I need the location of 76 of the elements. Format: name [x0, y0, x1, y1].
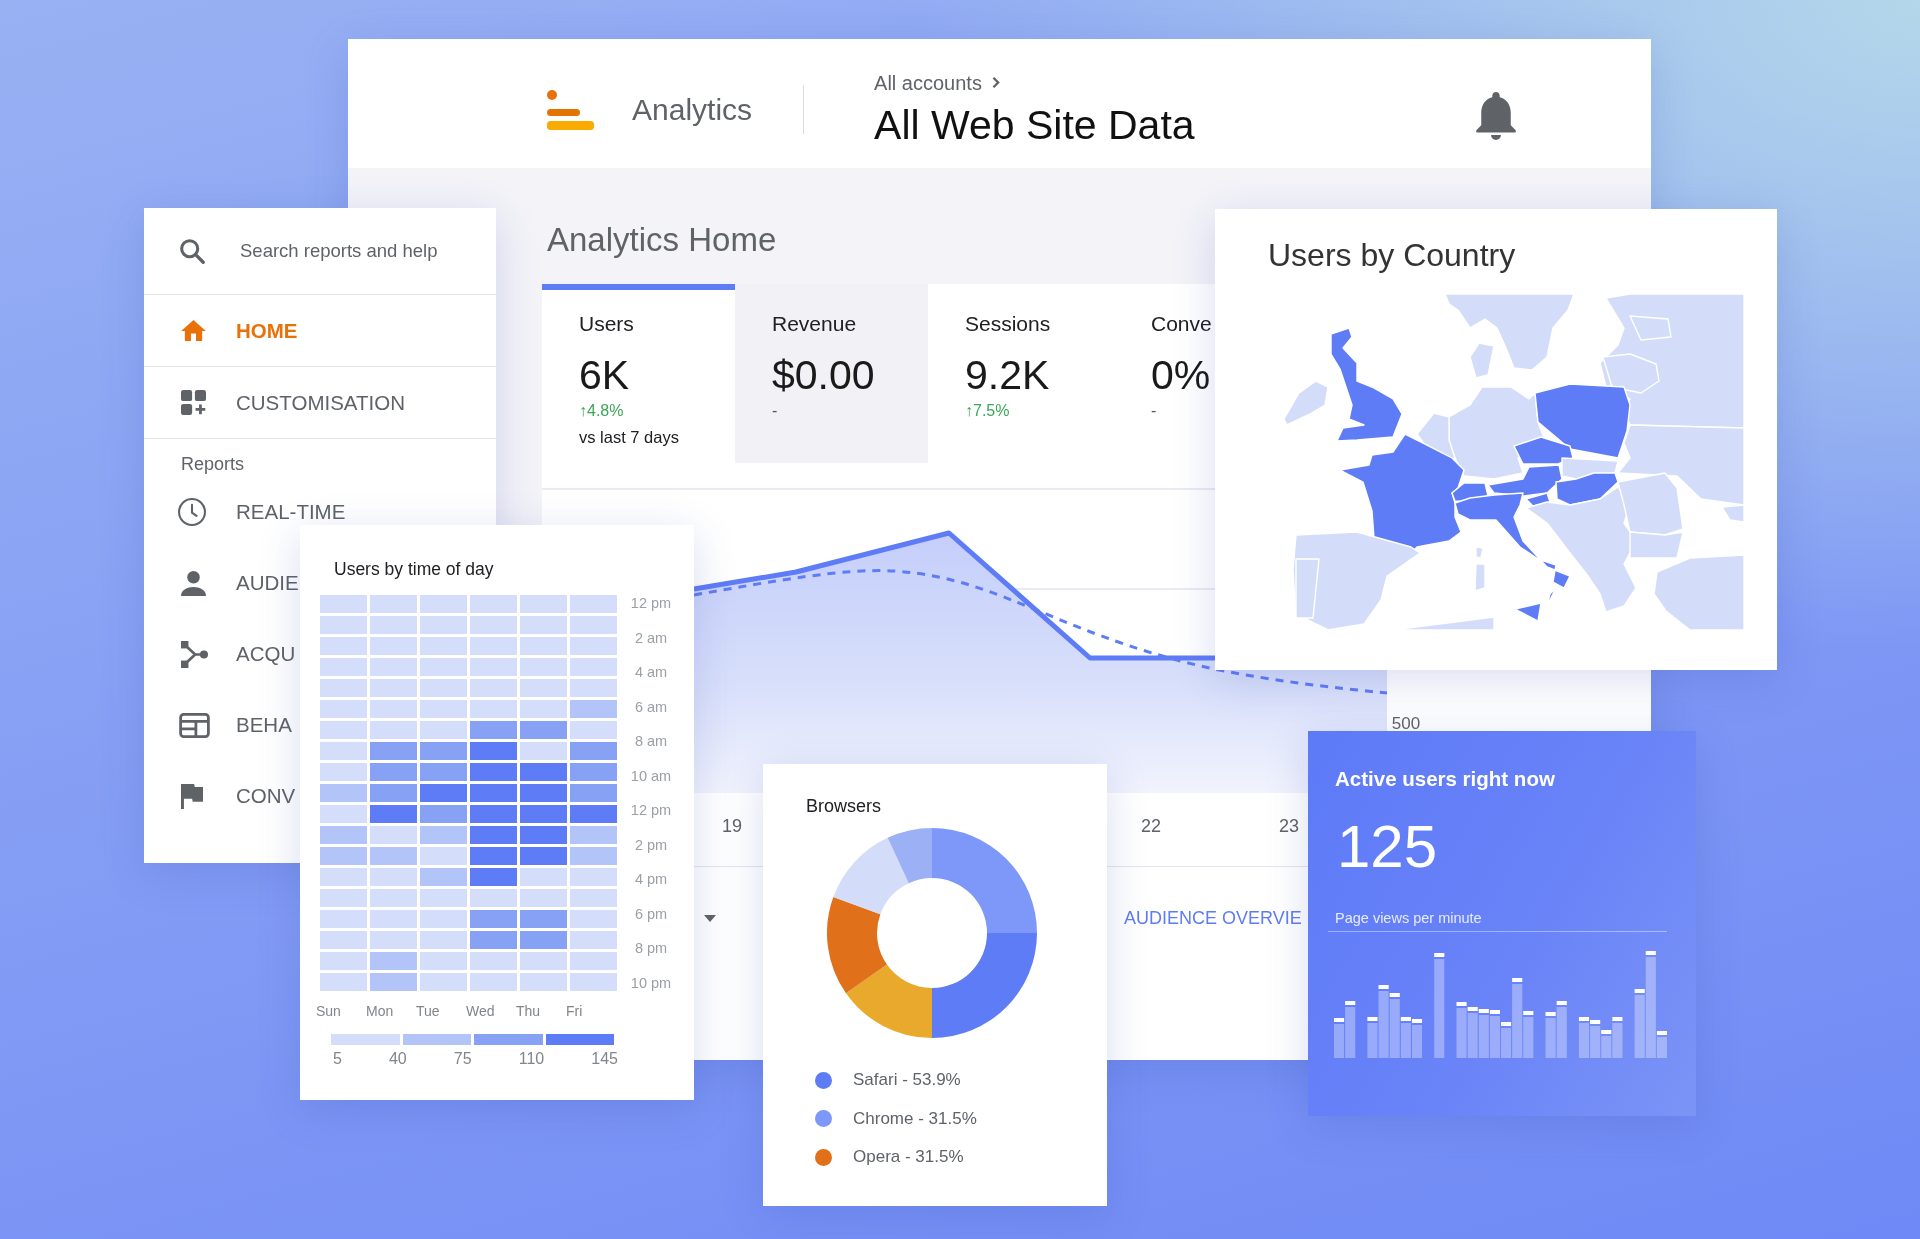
search-icon[interactable]	[180, 238, 205, 264]
report-link[interactable]: AUDIENCE OVERVIE	[1124, 907, 1302, 929]
legend-label: Chrome - 31.5%	[853, 1107, 977, 1130]
time-label: 10 am	[630, 767, 672, 784]
metric-value: 0%	[1151, 351, 1211, 399]
nav-item[interactable]: AUDIE	[181, 570, 299, 596]
time-label: 2 am	[634, 629, 668, 646]
layout-icon	[179, 712, 210, 738]
legend-label: 40	[388, 1050, 407, 1068]
time-label: 12 pm	[630, 802, 672, 819]
logo-icon	[547, 89, 594, 130]
legend-label: Safari - 53.9%	[853, 1069, 961, 1091]
time-label: 8 pm	[634, 940, 668, 957]
person-icon	[181, 570, 206, 596]
time-label: 12 pm	[630, 595, 672, 611]
axis-label: 22	[1141, 815, 1161, 837]
metric-change: -	[1151, 401, 1157, 421]
time-label: 6 am	[634, 698, 668, 715]
caret-icon[interactable]	[704, 914, 716, 922]
metric-value: 9.2K	[965, 351, 1050, 399]
card-title: Users by time of day	[334, 558, 494, 580]
nav-item[interactable]: CUSTOMISATION	[181, 390, 405, 415]
day-label: Wed	[466, 1002, 495, 1020]
clock-icon	[178, 498, 206, 526]
metric-label: Users	[579, 312, 634, 336]
section-label: Reports	[181, 453, 245, 475]
chevron-right-icon[interactable]	[991, 76, 1000, 89]
metric-label: Conve	[1151, 312, 1212, 336]
metric-value: 6K	[579, 351, 630, 399]
day-label: Mon	[366, 1002, 394, 1020]
time-label: 6 pm	[634, 905, 668, 922]
home-icon	[181, 320, 206, 341]
legend-label: 145	[591, 1050, 618, 1068]
metric-change: ↑7.5%	[965, 401, 1010, 421]
grid-plus-icon	[181, 390, 206, 415]
breadcrumb-link[interactable]: All accounts	[874, 70, 982, 95]
view-title: All Web Site Data	[874, 100, 1195, 149]
axis-label: 19	[722, 815, 742, 837]
day-label: Tue	[416, 1002, 440, 1020]
active-count: 125	[1337, 812, 1438, 882]
metric-label: Revenue	[772, 312, 857, 336]
legend-label: 110	[518, 1050, 545, 1068]
metric-note: vs last 7 days	[579, 427, 679, 448]
day-label: Fri	[566, 1002, 583, 1020]
card-title: Browsers	[806, 795, 881, 818]
axis-label: 23	[1279, 815, 1299, 837]
metric-tab[interactable]: Revenue $0.00 -	[735, 284, 928, 463]
card-title: Active users right now	[1335, 767, 1555, 791]
branch-icon	[181, 640, 208, 668]
nav-item[interactable]: CONV	[181, 783, 296, 809]
legend-label: Opera - 31.5%	[853, 1146, 964, 1168]
nav-item[interactable]: HOME	[181, 320, 298, 341]
metric-change: ↑4.8%	[579, 401, 624, 421]
time-label: 10 pm	[630, 974, 672, 991]
legend-label: 75	[453, 1050, 472, 1068]
metric-change: -	[772, 401, 778, 421]
time-label: 4 pm	[634, 871, 668, 888]
time-label: 2 pm	[634, 836, 668, 853]
axis-label: 500	[1391, 714, 1421, 734]
flag-icon	[181, 783, 203, 809]
nav-item[interactable]: REAL-TIME	[181, 498, 346, 526]
card-title: Users by Country	[1268, 236, 1516, 275]
bell-icon[interactable]	[1476, 91, 1516, 140]
page-title: Analytics Home	[547, 220, 777, 260]
metric-value: $0.00	[772, 351, 875, 399]
nav-item[interactable]: BEHA	[181, 712, 292, 738]
day-label: Thu	[516, 1002, 541, 1020]
metric-label: Sessions	[965, 312, 1051, 336]
legend-label: 5	[333, 1050, 342, 1068]
time-label: 8 am	[634, 733, 668, 750]
app-name: Analytics	[632, 91, 753, 128]
search-field[interactable]: Search reports and help	[240, 239, 480, 263]
time-label: 4 am	[634, 664, 668, 681]
day-label: Sun	[316, 1002, 341, 1020]
chart-caption: Page views per minute	[1335, 909, 1482, 927]
nav-item[interactable]: ACQU	[181, 640, 296, 668]
